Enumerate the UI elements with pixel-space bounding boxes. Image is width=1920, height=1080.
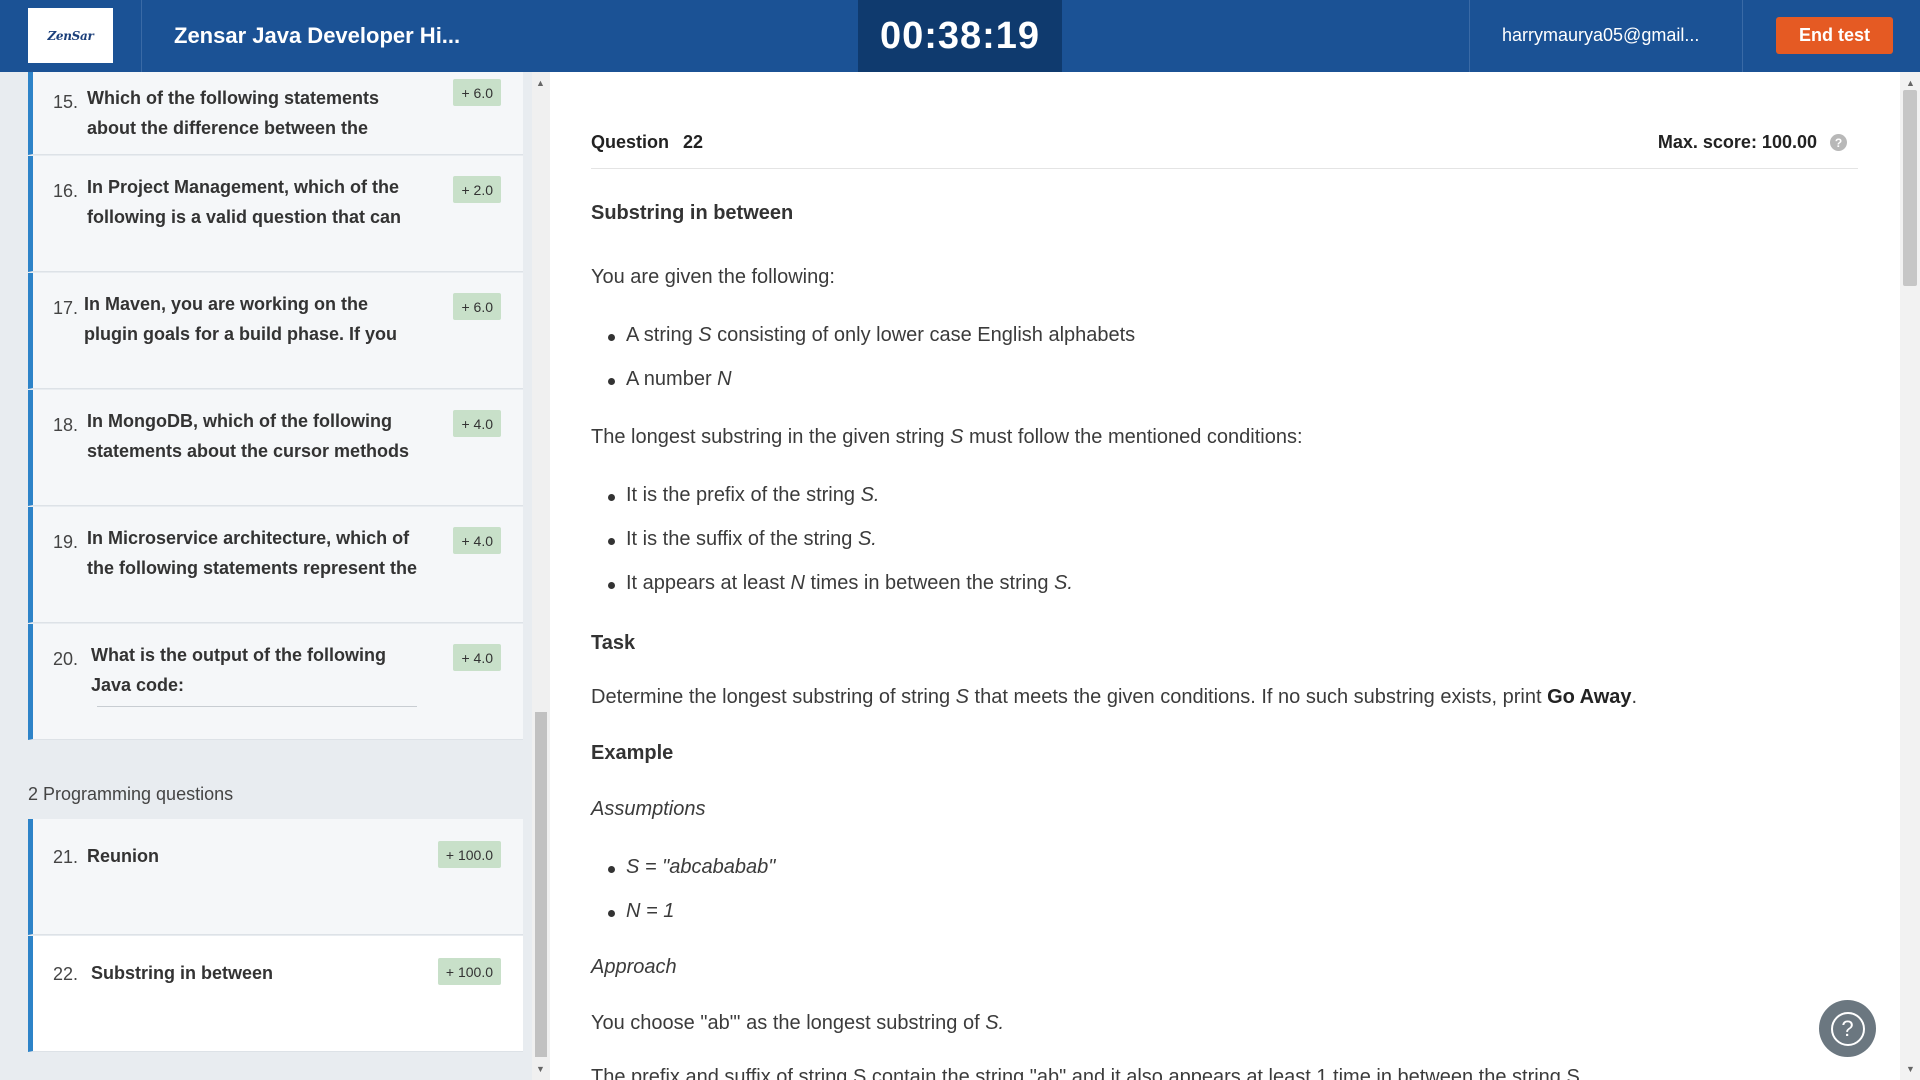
question-number: 22. — [53, 964, 79, 984]
score-badge: + 4.0 — [453, 527, 501, 554]
question-item-18[interactable]: 18. In MongoDB, which of the following s… — [28, 390, 523, 506]
help-button[interactable]: ? — [1819, 1000, 1876, 1057]
question-number: 22 — [683, 132, 704, 152]
question-mark-icon: ? — [1830, 1011, 1865, 1046]
score-badge: + 4.0 — [453, 644, 501, 671]
question-navigator: 15. Which of the following statements ab… — [0, 72, 532, 1080]
example-heading: Example — [591, 742, 674, 764]
question-preview: In MongoDB, which of the following state… — [87, 411, 410, 461]
score-badge: + 100.0 — [437, 958, 501, 985]
assumptions-label: Assumptions — [591, 798, 706, 820]
given-item: A string S consisting of only lower case… — [607, 324, 1136, 346]
question-preview: In Microservice architecture, which of t… — [87, 528, 418, 578]
question-item-17[interactable]: 17. In Maven, you are working on the plu… — [28, 273, 523, 389]
content-scrollbar-thumb[interactable] — [1903, 90, 1917, 286]
assumption-item: N = 1 — [607, 900, 675, 922]
question-item-19[interactable]: 19. In Microservice architecture, which … — [28, 507, 523, 623]
score-badge: + 4.0 — [453, 410, 501, 437]
top-bar: ZenSar Zensar Java Developer Hi... 00:38… — [0, 0, 1920, 72]
question-item-16[interactable]: 16. In Project Management, which of the … — [28, 156, 523, 272]
question-preview: Substring in between — [91, 963, 274, 983]
question-preview: In Maven, you are working on the plugin … — [84, 294, 398, 344]
question-item-15[interactable]: 15. Which of the following statements ab… — [28, 72, 523, 155]
header-divider — [1742, 0, 1743, 72]
score-badge: + 2.0 — [453, 176, 501, 203]
scroll-up-arrow-icon[interactable]: ▲ — [536, 78, 545, 88]
question-preview: In Project Management, which of the foll… — [87, 177, 402, 227]
question-number: 18. — [53, 415, 79, 435]
score-badge: + 100.0 — [437, 841, 501, 868]
question-item-22[interactable]: 22. Substring in between + 100.0 — [28, 936, 523, 1052]
code-snippet-edge — [97, 706, 417, 707]
question-item-20[interactable]: 20. What is the output of the following … — [28, 624, 523, 740]
question-number: 20. — [53, 649, 79, 669]
condition-item: It is the prefix of the string S. — [607, 484, 880, 506]
question-preview: Reunion — [87, 846, 159, 866]
countdown-timer: 00:38:19 — [858, 0, 1062, 72]
condition-item: It appears at least N times in between t… — [608, 572, 1073, 594]
scroll-down-arrow-icon[interactable]: ▼ — [536, 1064, 545, 1074]
question-preview: Which of the following statements about … — [87, 88, 379, 138]
question-label: Question — [591, 132, 670, 152]
question-title: Substring in between — [591, 202, 794, 224]
company-logo: ZenSar — [28, 8, 113, 63]
conditions-intro: The longest substring in the given strin… — [591, 426, 1303, 448]
user-email[interactable]: harrymaurya05@gmail... — [1502, 0, 1699, 72]
question-content: Question 22 Max. score: 100.00 ? Substri… — [550, 72, 1900, 1080]
approach-text: You choose "ab"' as the longest substrin… — [591, 1012, 1005, 1034]
question-number: 17. — [53, 298, 79, 318]
approach-label: Approach — [591, 956, 677, 978]
question-number: 16. — [53, 181, 79, 201]
intro-text: You are given the following: — [591, 266, 835, 288]
question-preview: What is the output of the following Java… — [91, 645, 386, 695]
score-badge: + 6.0 — [453, 293, 501, 320]
question-item-21[interactable]: 21. Reunion + 100.0 — [28, 819, 523, 935]
header-divider — [591, 168, 1858, 169]
scroll-down-arrow-icon[interactable]: ▼ — [1906, 1064, 1915, 1074]
help-circle-icon[interactable]: ? — [1830, 134, 1847, 151]
assumption-item: S = "abcababab" — [607, 856, 776, 878]
question-number: 21. — [53, 847, 79, 867]
task-text: Determine the longest substring of strin… — [591, 686, 1638, 708]
header-divider — [141, 0, 142, 72]
scroll-up-arrow-icon[interactable]: ▲ — [1906, 78, 1915, 88]
test-title: Zensar Java Developer Hi... — [174, 23, 461, 48]
logo-text: ZenSar — [47, 28, 94, 43]
given-item: A number N — [608, 368, 732, 390]
condition-item: It is the suffix of the string S. — [608, 528, 877, 550]
header-divider — [1469, 0, 1470, 72]
end-test-button[interactable]: End test — [1776, 17, 1893, 54]
question-number: 15. — [53, 92, 79, 112]
approach-explanation: The prefix and suffix of string S contai… — [591, 1066, 1586, 1080]
programming-section-label: 2 Programming questions — [28, 784, 234, 804]
max-score: Max. score: 100.00 — [1657, 132, 1817, 152]
question-number: 19. — [53, 532, 79, 552]
sidebar-scrollbar-thumb[interactable] — [535, 712, 547, 1057]
score-badge: + 6.0 — [453, 79, 501, 106]
task-heading: Task — [591, 632, 636, 654]
